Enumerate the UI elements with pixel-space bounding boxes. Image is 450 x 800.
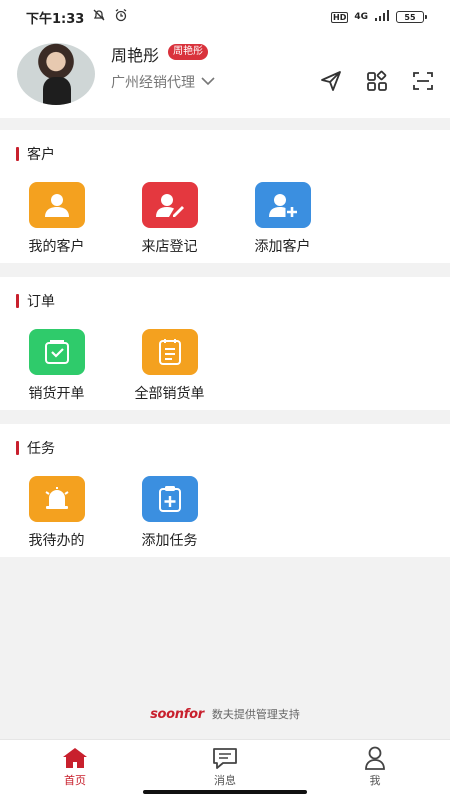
header-actions bbox=[320, 70, 434, 92]
home-indicator bbox=[143, 790, 307, 794]
all-sales-orders-button[interactable]: 全部销货单 bbox=[113, 329, 226, 403]
user-icon bbox=[28, 182, 85, 228]
network-label: 4G bbox=[354, 12, 368, 22]
section-accent-bar bbox=[16, 441, 19, 455]
add-user-icon bbox=[254, 182, 311, 228]
add-customer-button[interactable]: 添加客户 bbox=[226, 182, 339, 256]
send-icon[interactable] bbox=[320, 70, 342, 92]
section-tasks: 任务 我待办的 添加任务 bbox=[0, 424, 450, 557]
status-time: 下午1:33 bbox=[26, 11, 85, 27]
tile-row: 销货开单 全部销货单 bbox=[0, 329, 450, 403]
battery-indicator: 55 bbox=[396, 11, 427, 23]
my-todo-button[interactable]: 我待办的 bbox=[0, 476, 113, 550]
document-list-icon bbox=[141, 329, 198, 375]
store-visit-button[interactable]: 来店登记 bbox=[113, 182, 226, 256]
clipboard-add-icon bbox=[141, 476, 198, 522]
section-accent-bar bbox=[16, 147, 19, 161]
brand-tagline: 数夫提供管理支持 bbox=[211, 708, 300, 721]
user-name: 周艳彤 bbox=[111, 46, 160, 65]
status-bar: 下午1:33 HD 4G 55 bbox=[0, 0, 450, 34]
section-title-text: 客户 bbox=[27, 147, 55, 163]
section-title: 任务 bbox=[16, 438, 55, 458]
my-customers-button[interactable]: 我的客户 bbox=[0, 182, 113, 256]
section-title-text: 任务 bbox=[27, 441, 55, 457]
section-title-text: 订单 bbox=[27, 294, 55, 310]
tab-home[interactable]: 首页 bbox=[0, 740, 150, 800]
signal-icon bbox=[374, 9, 390, 25]
role-label: 广州经销代理 bbox=[111, 75, 195, 91]
section-customers: 客户 我的客户 来店登记 添加客户 bbox=[0, 130, 450, 263]
tile-label: 我待办的 bbox=[28, 533, 85, 549]
chevron-down-icon bbox=[201, 74, 215, 90]
add-task-button[interactable]: 添加任务 bbox=[113, 476, 226, 550]
tile-label: 添加任务 bbox=[141, 533, 198, 549]
battery-level: 55 bbox=[404, 12, 416, 22]
section-orders: 订单 销货开单 全部销货单 bbox=[0, 277, 450, 410]
tile-label: 全部销货单 bbox=[134, 386, 205, 402]
brand-logo: soonfor bbox=[150, 706, 204, 722]
user-edit-icon bbox=[141, 182, 198, 228]
tile-label: 我的客户 bbox=[28, 239, 85, 255]
tab-me[interactable]: 我 bbox=[300, 740, 450, 800]
tile-row: 我待办的 添加任务 bbox=[0, 476, 450, 550]
scan-icon[interactable] bbox=[412, 70, 434, 92]
tile-label: 添加客户 bbox=[254, 239, 311, 255]
home-icon bbox=[62, 746, 88, 770]
status-left: 下午1:33 bbox=[26, 8, 128, 27]
hd-badge: HD bbox=[331, 11, 349, 23]
tile-row: 我的客户 来店登记 添加客户 bbox=[0, 182, 450, 256]
alarm-icon bbox=[114, 8, 128, 26]
tab-label: 消息 bbox=[214, 774, 236, 787]
message-icon bbox=[212, 746, 238, 770]
tile-label: 来店登记 bbox=[141, 239, 198, 255]
footer-brand: soonfor 数夫提供管理支持 bbox=[0, 706, 450, 722]
status-right: HD 4G 55 bbox=[331, 9, 427, 25]
tile-label: 销货开单 bbox=[28, 386, 85, 402]
notification-off-icon bbox=[92, 8, 106, 26]
person-icon bbox=[362, 746, 388, 770]
profile-header: 周艳彤 周艳彤 广州经销代理 bbox=[0, 34, 450, 118]
section-title: 订单 bbox=[16, 291, 55, 311]
section-accent-bar bbox=[16, 294, 19, 308]
bell-icon bbox=[28, 476, 85, 522]
avatar[interactable] bbox=[17, 43, 95, 105]
tab-label: 首页 bbox=[64, 774, 86, 787]
tab-label: 我 bbox=[369, 774, 381, 787]
bag-check-icon bbox=[28, 329, 85, 375]
create-sales-order-button[interactable]: 销货开单 bbox=[0, 329, 113, 403]
section-title: 客户 bbox=[16, 144, 55, 164]
apps-grid-icon[interactable] bbox=[366, 70, 388, 92]
user-tag-badge: 周艳彤 bbox=[168, 44, 208, 60]
role-selector[interactable]: 广州经销代理 bbox=[111, 72, 215, 92]
